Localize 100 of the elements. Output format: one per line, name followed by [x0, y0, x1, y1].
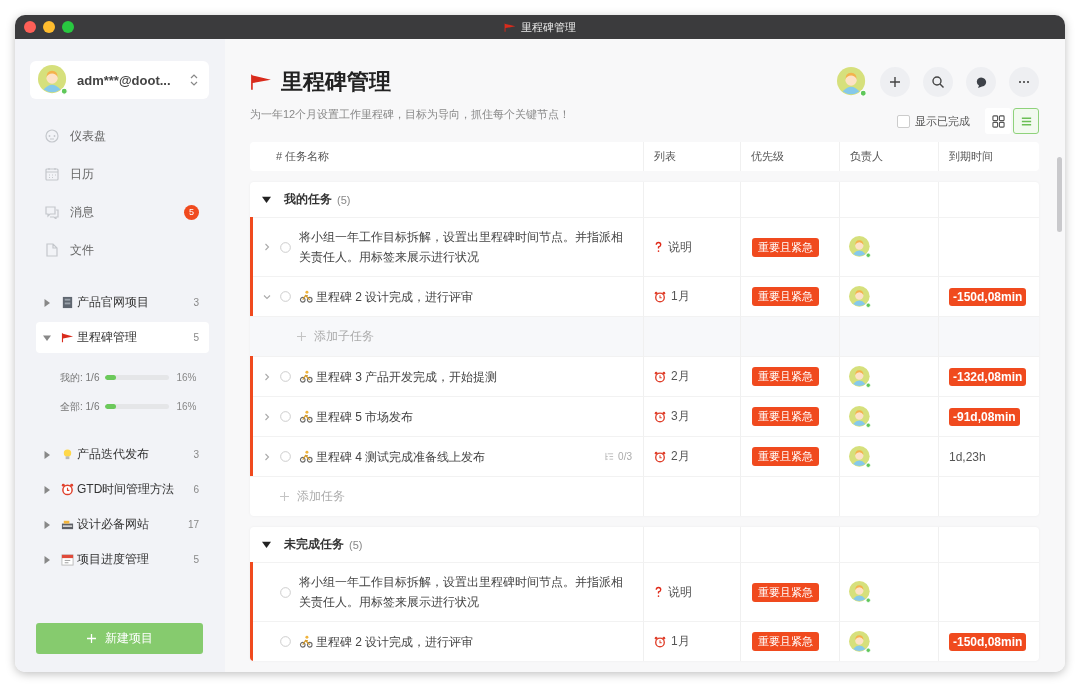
chevron-right-icon[interactable]	[263, 412, 271, 421]
project-count: 6	[193, 484, 199, 495]
alarm-clock-icon	[654, 370, 666, 383]
task-title[interactable]: 里程碑 4 测试完成准备线上发布	[316, 446, 606, 467]
alarm-clock-icon	[61, 483, 74, 496]
task-title[interactable]: 将小组一年工作目标拆解，设置出里程碑时间节点。并指派相关责任人。用标签来展示进行状况	[299, 227, 629, 267]
chat-icon	[45, 205, 59, 219]
project-item[interactable]: 项目进度管理 5	[36, 542, 209, 577]
project-item[interactable]: 设计必备网站 17	[36, 507, 209, 542]
due-time: 1d,23h	[949, 449, 986, 464]
project-count: 3	[193, 297, 199, 308]
lightbulb-icon	[61, 448, 74, 461]
nav-item[interactable]: 日历	[30, 155, 209, 193]
window-control-icon[interactable]	[62, 21, 74, 33]
checkbox-circle[interactable]	[280, 291, 291, 302]
search-button[interactable]	[923, 67, 953, 97]
progress-percent: 16%	[176, 401, 197, 412]
project-item[interactable]: 产品迭代发布 3	[36, 437, 209, 472]
checkbox-circle[interactable]	[280, 411, 291, 422]
overdue-tag: -132d,08min	[949, 367, 1027, 386]
project-count: 5	[193, 332, 199, 343]
window-control-icon[interactable]	[24, 21, 36, 33]
chevron-right-icon[interactable]	[263, 452, 271, 461]
plus-icon	[280, 492, 289, 501]
flag-icon	[504, 22, 516, 32]
chevron-right-icon[interactable]	[263, 372, 271, 381]
task-title[interactable]: 里程碑 5 市场发布	[316, 406, 635, 427]
cash-register-icon	[61, 518, 74, 531]
list-name: 2月	[671, 448, 690, 465]
avatar-icon	[849, 445, 871, 468]
project-item[interactable]: 里程碑管理 5	[36, 322, 209, 353]
avatar-icon	[849, 365, 871, 388]
group-title: 未完成任务	[284, 536, 344, 553]
show-completed-checkbox[interactable]: 显示已完成	[897, 113, 970, 129]
column-header: 负责人	[839, 142, 938, 171]
more-button[interactable]	[1009, 67, 1039, 97]
checkbox-circle[interactable]	[280, 371, 291, 382]
window-control-icon[interactable]	[43, 21, 55, 33]
avatar-icon	[849, 285, 871, 308]
alarm-clock-icon	[654, 410, 666, 423]
chat-button[interactable]	[966, 67, 996, 97]
priority-tag: 重要且紧急	[752, 287, 819, 306]
view-toggle[interactable]	[985, 108, 1011, 134]
caret-down-icon[interactable]	[262, 540, 271, 549]
project-name: 项目进度管理	[77, 551, 150, 568]
count-badge: 5	[184, 204, 199, 220]
nav-item[interactable]: 文件	[30, 231, 209, 269]
nav-item[interactable]: 消息 5	[30, 193, 209, 231]
overdue-tag: -91d,08min	[949, 407, 1020, 426]
priority-tag: 重要且紧急	[752, 407, 819, 426]
list-name: 1月	[671, 288, 690, 305]
column-header: 优先级	[740, 142, 839, 171]
list-name: 3月	[671, 408, 690, 425]
group-title: 我的任务	[284, 191, 332, 208]
checkbox-circle[interactable]	[280, 636, 291, 647]
flag-icon	[61, 331, 74, 344]
progress-label: 我的: 1/6	[60, 370, 100, 385]
task-title[interactable]: 里程碑 3 产品开发完成，开始提测	[316, 366, 635, 387]
priority-tag: 重要且紧急	[752, 632, 819, 651]
list-name: 说明	[668, 238, 692, 256]
group-count: (5)	[337, 193, 351, 206]
checkbox-circle[interactable]	[280, 586, 291, 598]
account-switcher[interactable]: adm***@doot...	[30, 61, 209, 99]
checkbox-circle[interactable]	[280, 241, 291, 253]
avatar-icon	[849, 236, 871, 258]
search-icon	[931, 75, 945, 89]
avatar-icon[interactable]	[837, 67, 867, 97]
view-toggle[interactable]	[1013, 108, 1039, 134]
calendar-icon	[45, 167, 59, 181]
avatar-icon	[849, 630, 871, 653]
grid-view-icon	[991, 114, 1005, 128]
bicycle-icon	[299, 450, 313, 463]
project-name: 里程碑管理	[77, 329, 138, 346]
priority-tag: 重要且紧急	[752, 367, 819, 386]
chevron-down-icon[interactable]	[263, 292, 271, 301]
plus-icon	[86, 634, 96, 643]
project-name: 设计必备网站	[77, 516, 150, 533]
chevron-right-icon[interactable]	[263, 243, 271, 251]
subtask-count: 0/3	[618, 451, 632, 462]
scrollbar-thumb[interactable]	[1057, 157, 1062, 232]
list-name: 说明	[668, 583, 692, 601]
priority-tag: 重要且紧急	[752, 582, 819, 602]
window-title: 里程碑管理	[521, 19, 576, 35]
task-title[interactable]: 将小组一年工作目标拆解，设置出里程碑时间节点。并指派相关责任人。用标签来展示进行状况	[299, 572, 629, 612]
question-icon	[654, 241, 663, 253]
checkbox-circle[interactable]	[280, 451, 291, 462]
group-count: (5)	[349, 538, 363, 551]
chat-icon	[974, 75, 988, 89]
add-button[interactable]	[880, 67, 910, 97]
nav-label: 日历	[70, 165, 95, 183]
project-name: 产品官网项目	[77, 294, 150, 311]
task-title[interactable]: 里程碑 2 设计完成，进行评审	[316, 631, 635, 652]
project-item[interactable]: GTD时间管理方法 6	[36, 472, 209, 507]
caret-down-icon[interactable]	[262, 195, 271, 204]
project-item[interactable]: 产品官网项目 3	[36, 285, 209, 320]
task-title[interactable]: 里程碑 2 设计完成，进行评审	[316, 286, 635, 307]
column-header: 到期时间	[938, 142, 1039, 171]
project-name: GTD时间管理方法	[77, 481, 176, 498]
nav-item[interactable]: 仪表盘	[30, 117, 209, 155]
list-name: 1月	[671, 633, 690, 650]
